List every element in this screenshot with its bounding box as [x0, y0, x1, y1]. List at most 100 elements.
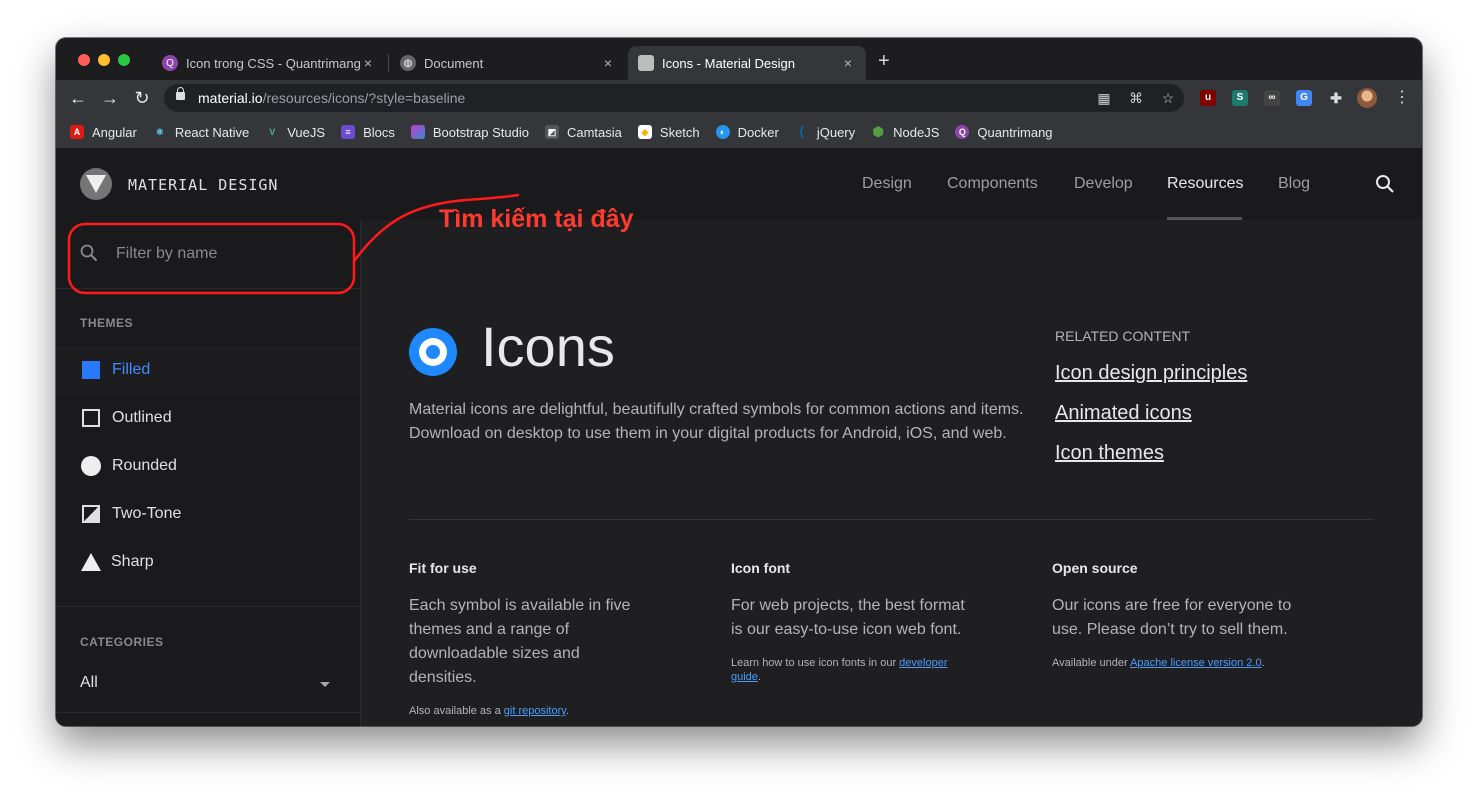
url-text[interactable]: material.io/resources/icons/?style=basel…: [198, 90, 465, 106]
back-arrow-icon[interactable]: ←: [68, 88, 88, 108]
bookmark-vuejs[interactable]: V VueJS: [265, 125, 325, 140]
material-logo-icon[interactable]: [80, 168, 112, 200]
theme-outlined[interactable]: Outlined: [56, 394, 360, 442]
browser-window: Q Icon trong CSS - Quantrimang. × ◍ Docu…: [56, 38, 1422, 726]
brand-title[interactable]: MATERIAL DESIGN: [128, 176, 278, 194]
theme-rounded[interactable]: Rounded: [56, 442, 360, 490]
column-body: Our icons are free for everyone to use. …: [1052, 597, 1292, 638]
annotation-label: Tìm kiếm tại đây: [439, 205, 634, 233]
theme-sharp[interactable]: Sharp: [56, 538, 360, 586]
column-title: Fit for use: [409, 560, 477, 576]
bookmark-star-icon[interactable]: ☆: [1160, 90, 1176, 106]
bookmark-docker[interactable]: ◐ Docker: [715, 125, 779, 140]
tab-title: Icons - Material Design: [662, 55, 795, 71]
search-icon[interactable]: [1375, 174, 1395, 194]
quantrimang-icon: Q: [955, 125, 970, 139]
address-bar[interactable]: material.io/resources/icons/?style=basel…: [164, 84, 1184, 112]
translate-icon[interactable]: ⌘: [1128, 90, 1144, 106]
sketch-icon: ◆: [637, 125, 652, 139]
bookmark-blocs[interactable]: ≡ Blocs: [341, 125, 395, 140]
tab-quantrimang[interactable]: Q Icon trong CSS - Quantrimang. ×: [152, 46, 386, 80]
nav-components[interactable]: Components: [947, 175, 1038, 193]
bookmark-bootstrap-studio[interactable]: Bootstrap Studio: [410, 125, 529, 140]
lock-icon: [176, 87, 185, 100]
column-note: Available under Apache license version 2…: [1052, 657, 1265, 669]
rounded-circle-icon: [81, 456, 101, 476]
bookmark-jquery[interactable]: (jQuery: [795, 125, 855, 140]
category-select[interactable]: All: [80, 674, 98, 692]
bootstrap-studio-icon: [410, 125, 425, 139]
themes-label: THEMES: [80, 316, 134, 330]
page-title: Icons: [481, 315, 615, 378]
tab-title: Document: [424, 55, 484, 71]
zoom-window-button[interactable]: [118, 54, 130, 66]
column-body: For web projects, the best format is our…: [731, 597, 965, 638]
column-icon-font: Icon font For web projects, the best for…: [731, 560, 971, 684]
bookmark-react-native[interactable]: ⚛ React Native: [153, 125, 249, 140]
column-fit-for-use: Fit for use Each symbol is available in …: [409, 560, 649, 718]
nav-develop[interactable]: Develop: [1074, 175, 1133, 193]
sharp-triangle-icon: [81, 553, 101, 571]
column-title: Icon font: [731, 560, 791, 576]
camtasia-icon: ◩: [544, 125, 559, 139]
bookmark-angular[interactable]: A Angular: [70, 125, 137, 140]
link-icon-themes[interactable]: Icon themes: [1055, 442, 1164, 465]
related-content-label: RELATED CONTENT: [1055, 328, 1191, 344]
bookmark-camtasia[interactable]: ◩ Camtasia: [544, 125, 622, 140]
blocs-icon: ≡: [341, 125, 356, 139]
nav-blog[interactable]: Blog: [1278, 175, 1310, 193]
two-tone-square-icon: [82, 505, 100, 523]
react-icon: ⚛: [155, 127, 164, 137]
icons-hero-icon: [409, 328, 457, 376]
ublock-extension-icon[interactable]: u: [1200, 90, 1216, 106]
bookmark-sketch[interactable]: ◆ Sketch: [637, 125, 700, 140]
main-content: Icons Material icons are delightful, bea…: [361, 220, 1422, 726]
jquery-icon: (: [799, 124, 805, 139]
section-divider: [409, 519, 1373, 520]
theme-two-tone[interactable]: Two-Tone: [56, 490, 360, 538]
nav-design[interactable]: Design: [862, 175, 912, 193]
extensions-puzzle-icon[interactable]: ✚: [1328, 90, 1344, 106]
new-tab-button[interactable]: +: [878, 51, 890, 71]
close-window-button[interactable]: [78, 54, 90, 66]
column-body: Each symbol is available in five themes …: [409, 597, 631, 686]
tab-strip: Q Icon trong CSS - Quantrimang. × ◍ Docu…: [56, 38, 1422, 80]
column-note: Also available as a git repository.: [409, 705, 569, 717]
theme-filled[interactable]: Filled: [56, 346, 360, 394]
vue-icon: V: [269, 127, 276, 137]
material-favicon-icon: [638, 55, 654, 71]
apache-license-link[interactable]: Apache license version 2.0: [1130, 657, 1261, 669]
sidebar: Filter by name THEMES Filled Outlined Ro…: [56, 220, 361, 726]
bookmark-quantrimang[interactable]: Q Quantrimang: [955, 125, 1053, 140]
link-animated-icons[interactable]: Animated icons: [1055, 402, 1192, 425]
intro-text: Material icons are delightful, beautiful…: [409, 401, 1024, 442]
tab-close-icon[interactable]: ×: [360, 55, 376, 71]
filter-box[interactable]: Filter by name: [56, 220, 360, 289]
menu-kebab-icon[interactable]: ⋮: [1394, 88, 1410, 108]
nav-resources[interactable]: Resources: [1167, 175, 1243, 193]
sidebar-divider: [56, 606, 360, 607]
qr-code-icon[interactable]: ▦: [1096, 90, 1112, 106]
filter-search-icon: [80, 244, 98, 262]
tab-icons-material-design[interactable]: Icons - Material Design ×: [628, 46, 866, 80]
profile-avatar[interactable]: [1357, 88, 1377, 108]
eyes-extension-icon[interactable]: ∞: [1264, 90, 1280, 106]
google-translate-extension-icon[interactable]: G: [1296, 90, 1312, 106]
bookmark-nodejs[interactable]: ⬢ NodeJS: [871, 125, 939, 140]
tab-close-icon[interactable]: ×: [600, 55, 616, 71]
browser-toolbar: ← → ↻ material.io/resources/icons/?style…: [56, 80, 1422, 116]
tab-close-icon[interactable]: ×: [840, 55, 856, 71]
git-repository-link[interactable]: git repository: [504, 705, 566, 717]
minimize-window-button[interactable]: [98, 54, 110, 66]
quantrimang-favicon-icon: Q: [162, 55, 178, 71]
dropdown-arrow-icon[interactable]: [320, 682, 330, 687]
reload-icon[interactable]: ↻: [132, 88, 152, 108]
link-icon-design-principles[interactable]: Icon design principles: [1055, 362, 1247, 385]
s-extension-icon[interactable]: S: [1232, 90, 1248, 106]
filled-square-icon: [82, 361, 100, 379]
forward-arrow-icon[interactable]: →: [100, 88, 120, 108]
nodejs-icon: ⬢: [872, 124, 884, 139]
filter-input[interactable]: Filter by name: [116, 245, 217, 263]
globe-icon: ◍: [400, 55, 416, 71]
tab-document[interactable]: ◍ Document ×: [390, 46, 626, 80]
